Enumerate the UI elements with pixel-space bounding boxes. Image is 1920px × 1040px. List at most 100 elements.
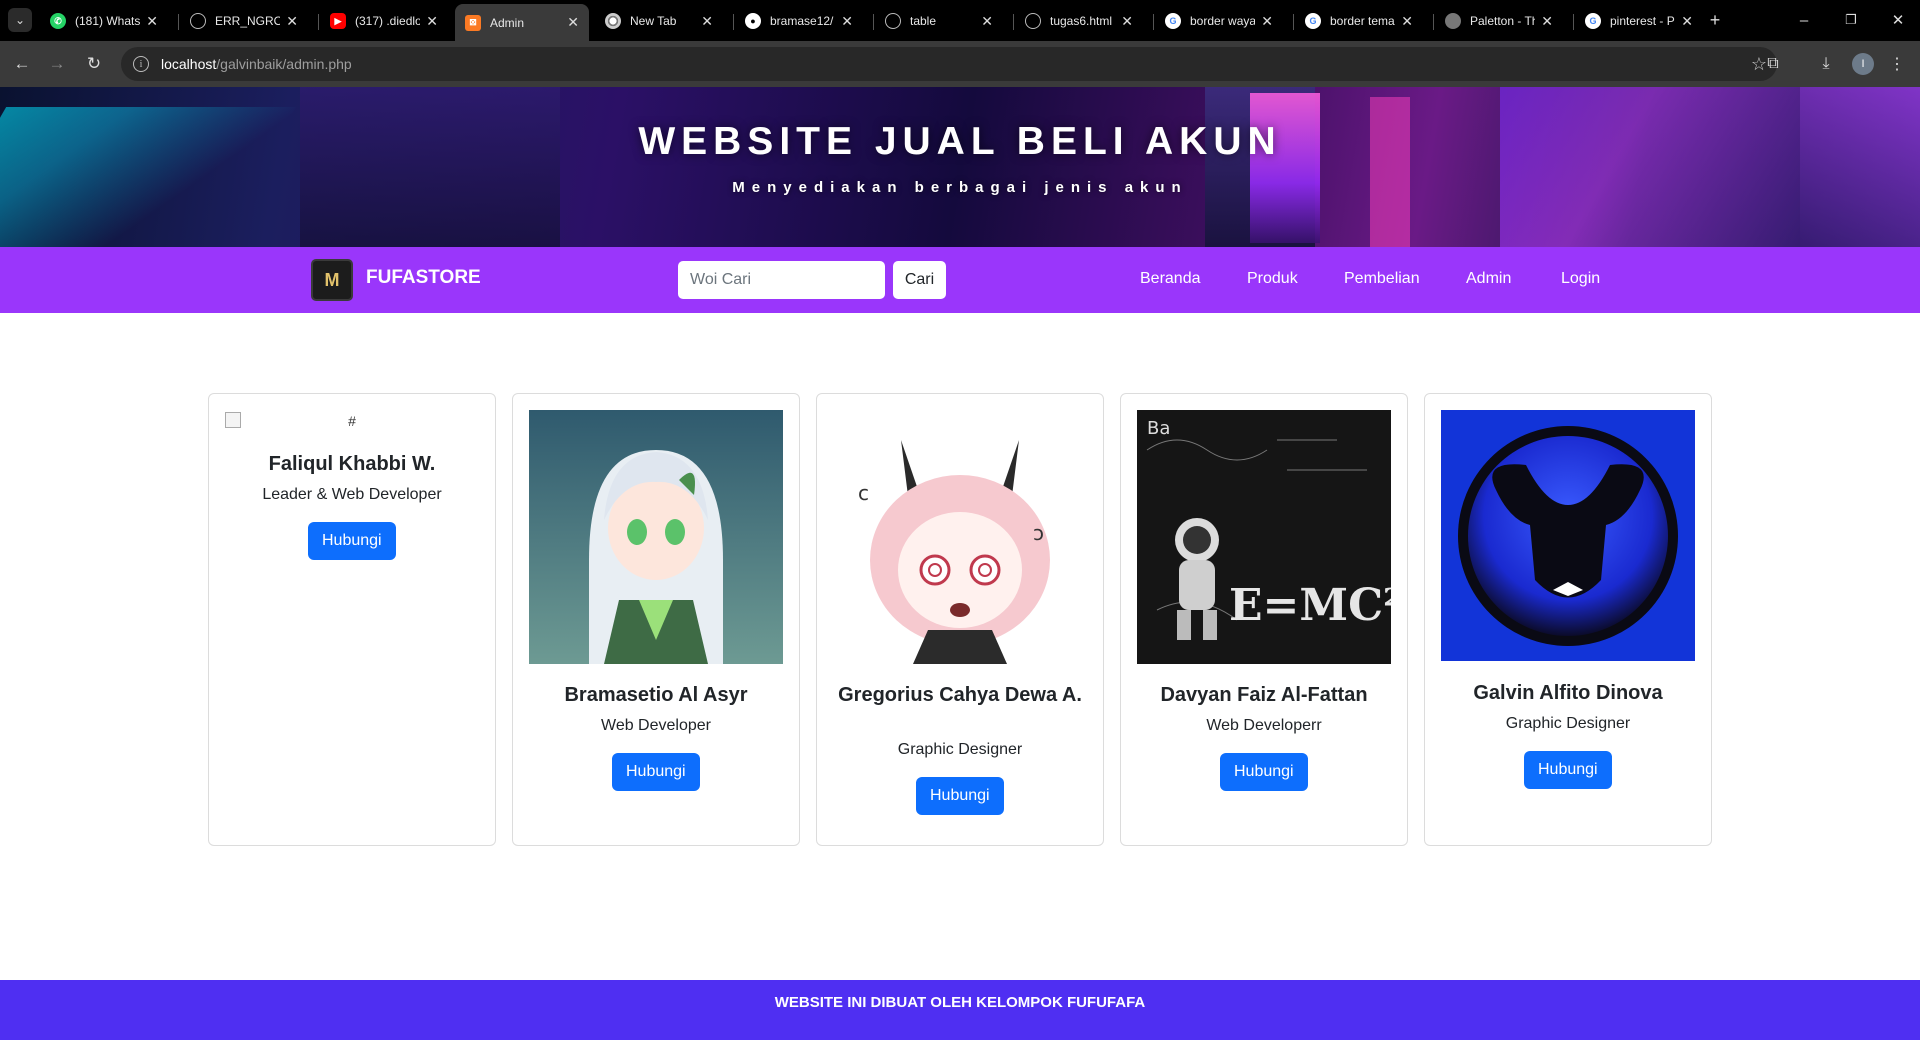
restore-icon[interactable]: ❐	[1837, 8, 1865, 32]
member-name: Galvin Alfito Dinova	[1473, 682, 1663, 704]
nav-link-produk[interactable]: Produk	[1247, 270, 1298, 288]
member-photo: E=MC² Ba	[1137, 410, 1391, 664]
tab-whatsapp[interactable]: ✆ (181) WhatsApp ✕	[40, 6, 168, 36]
reload-icon[interactable]: ↻	[81, 51, 107, 77]
hubungi-button[interactable]: Hubungi	[1524, 751, 1612, 789]
footer-text: WEBSITE INI DIBUAT OLEH KELOMPOK FUFUFAF…	[774, 993, 1146, 1011]
member-role: Graphic Designer	[1505, 715, 1631, 732]
tab-title: Admin	[490, 15, 525, 30]
tab-youtube[interactable]: ▶ (317) .diedlonely ✕	[320, 6, 448, 36]
tab-title: Paletton - The	[1470, 14, 1536, 28]
member-role: Graphic Designer	[897, 741, 1023, 758]
member-role: Leader & Web Developer	[262, 486, 442, 503]
tab-table[interactable]: table ✕	[875, 6, 1003, 36]
nav-link-admin[interactable]: Admin	[1466, 270, 1511, 288]
download-icon[interactable]: ⤓	[1814, 52, 1838, 76]
close-icon[interactable]: ✕	[1261, 13, 1273, 30]
tab-separator	[1153, 14, 1154, 30]
hero-subtitle: Menyediakan berbagai jenis akun	[732, 179, 1188, 196]
tab-new-tab[interactable]: New Tab ✕	[595, 6, 723, 36]
back-icon[interactable]: ←	[9, 51, 35, 77]
site-footer: WEBSITE INI DIBUAT OLEH KELOMPOK FUFUFAF…	[0, 980, 1920, 1040]
address-bar[interactable]: i localhost/galvinbaik/admin.php ☆	[121, 47, 1777, 81]
whatsapp-icon: ✆	[50, 13, 66, 29]
close-icon[interactable]: ✕	[286, 13, 298, 30]
brand-logo-icon[interactable]: M	[311, 259, 353, 301]
tab-title: bramase12/	[770, 14, 834, 28]
tab-title: border wayang	[1190, 14, 1256, 28]
site-info-icon[interactable]: i	[133, 56, 149, 72]
close-icon[interactable]: ✕	[701, 13, 713, 30]
tab-title: border tema	[1330, 14, 1395, 28]
google-icon: G	[1305, 13, 1321, 29]
tab-separator	[178, 14, 179, 30]
member-photo	[1441, 410, 1695, 661]
hubungi-button[interactable]: Hubungi	[308, 522, 396, 560]
browser-toolbar: ← → ↻ i localhost/galvinbaik/admin.php ☆…	[0, 41, 1920, 87]
tab-title: table	[910, 14, 937, 28]
tab-border-tema[interactable]: G border tema ✕	[1295, 6, 1423, 36]
team-card: E=MC² Ba Davyan Faiz Al-Fattan Web Devel…	[1120, 393, 1408, 846]
globe-icon	[190, 13, 206, 29]
new-tab-button[interactable]: +	[1701, 8, 1729, 32]
tab-paletton[interactable]: Paletton - The ✕	[1435, 6, 1563, 36]
close-icon[interactable]: ✕	[1401, 13, 1413, 30]
close-icon[interactable]: ✕	[1681, 13, 1693, 30]
tab-pinterest[interactable]: G pinterest - P ✕	[1575, 6, 1703, 36]
close-icon[interactable]: ✕	[567, 14, 579, 31]
tab-title: ERR_NGROK	[215, 14, 281, 28]
tab-title: tugas6.html	[1050, 14, 1113, 28]
nav-link-pembelian[interactable]: Pembelian	[1344, 270, 1420, 288]
hubungi-button[interactable]: Hubungi	[612, 753, 700, 791]
extensions-icon[interactable]: ⧉	[1761, 52, 1785, 76]
nav-link-login[interactable]: Login	[1561, 270, 1600, 288]
member-role: Web Developerr	[1206, 717, 1322, 734]
member-photo	[529, 410, 783, 664]
tab-separator	[733, 14, 734, 30]
close-icon[interactable]: ✕	[1541, 13, 1553, 30]
tab-tugas6[interactable]: tugas6.html ✕	[1015, 6, 1143, 36]
nav-link-beranda[interactable]: Beranda	[1140, 270, 1201, 288]
hubungi-button[interactable]: Hubungi	[1220, 753, 1308, 791]
tab-err-ngrok[interactable]: ERR_NGROK ✕	[180, 6, 308, 36]
tab-separator	[873, 14, 874, 30]
member-role: Web Developer	[601, 717, 711, 734]
close-window-icon[interactable]: ✕	[1884, 8, 1912, 32]
google-icon: G	[1165, 13, 1181, 29]
youtube-icon: ▶	[330, 13, 346, 29]
tab-github[interactable]: ● bramase12/ ✕	[735, 6, 863, 36]
menu-kebab-icon[interactable]: ⋮	[1885, 52, 1909, 76]
forward-icon[interactable]: →	[44, 51, 70, 77]
team-card: ᴄ ᴐ Gregorius Cahya Dewa A. Graphic Desi…	[816, 393, 1104, 846]
profile-avatar[interactable]: I	[1852, 53, 1874, 75]
svg-text:E=MC²: E=MC²	[1229, 580, 1391, 631]
tab-search-button[interactable]: ⌄	[8, 8, 32, 32]
tab-title: (181) WhatsApp	[75, 14, 141, 28]
close-icon[interactable]: ✕	[841, 13, 853, 30]
paletton-icon	[1445, 13, 1461, 29]
minimize-icon[interactable]: –	[1790, 8, 1818, 32]
close-icon[interactable]: ✕	[426, 13, 438, 30]
svg-text:ᴄ: ᴄ	[858, 481, 869, 505]
site-navbar: M FUFASTORE Cari Beranda Produk Pembelia…	[0, 247, 1920, 313]
close-icon[interactable]: ✕	[146, 13, 158, 30]
member-name: Davyan Faiz Al-Fattan	[1160, 684, 1368, 706]
building-left	[300, 87, 560, 247]
team-card: # Faliqul Khabbi W. Leader & Web Develop…	[208, 393, 496, 846]
tab-separator	[1573, 14, 1574, 30]
brand-name[interactable]: FUFASTORE	[366, 267, 481, 289]
url-path: /galvinbaik/admin.php	[216, 56, 352, 72]
tab-border-wayang[interactable]: G border wayang ✕	[1155, 6, 1283, 36]
hero-banner: WEBSITE JUAL BELI AKUN Menyediakan berba…	[0, 87, 1920, 247]
close-icon[interactable]: ✕	[1121, 13, 1133, 30]
tab-title: pinterest - P	[1610, 14, 1675, 28]
close-icon[interactable]: ✕	[981, 13, 993, 30]
hubungi-button[interactable]: Hubungi	[916, 777, 1004, 815]
search-input[interactable]	[678, 261, 885, 299]
google-icon: G	[1585, 13, 1601, 29]
search-button[interactable]: Cari	[893, 261, 946, 299]
building-right	[1500, 87, 1800, 247]
tab-admin[interactable]: ⊠ Admin ✕	[455, 4, 589, 41]
team-cards: # Faliqul Khabbi W. Leader & Web Develop…	[0, 393, 1920, 846]
member-name: Faliqul Khabbi W.	[268, 453, 436, 475]
